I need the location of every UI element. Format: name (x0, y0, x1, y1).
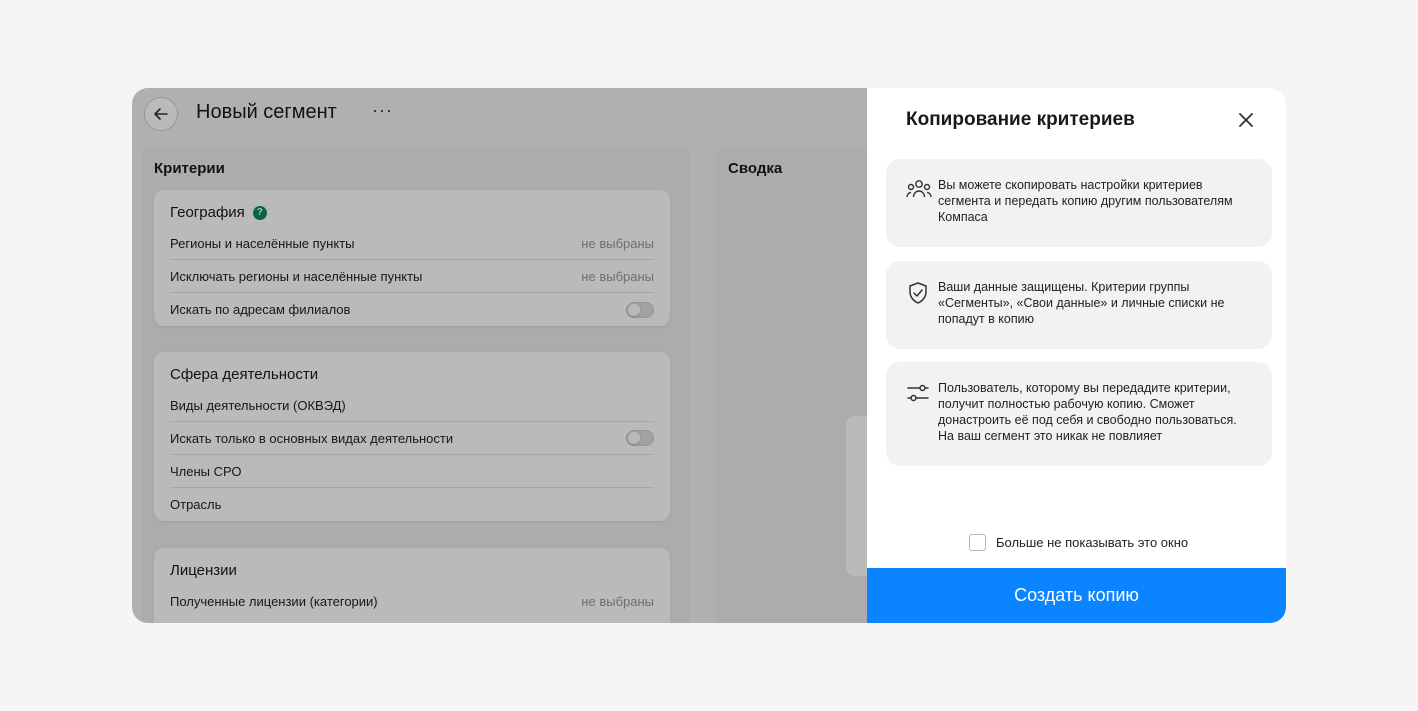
dont-show-checkbox[interactable] (969, 534, 986, 551)
close-icon[interactable] (1236, 110, 1256, 130)
dont-show-label: Больше не показывать это окно (996, 535, 1189, 550)
info-text: Пользователь, которому вы передадите кри… (938, 381, 1237, 443)
dont-show-again[interactable]: Больше не показывать это окно (969, 534, 1188, 551)
dialog-title: Копирование критериев (906, 109, 1135, 130)
info-text: Ваши данные защищены. Критерии группы «С… (938, 280, 1225, 326)
info-card: Пользователь, которому вы передадите кри… (886, 362, 1272, 466)
sliders-icon (906, 382, 932, 466)
copy-criteria-dialog: Копирование критериев Вы можете скопиров… (867, 88, 1286, 623)
app-window: Новый сегмент ··· Критерии География ? Р… (132, 88, 1286, 623)
users-icon (906, 179, 932, 247)
info-card: Вы можете скопировать настройки критерие… (886, 159, 1272, 247)
info-text: Вы можете скопировать настройки критерие… (938, 178, 1233, 224)
shield-check-icon (906, 281, 932, 349)
create-copy-button[interactable]: Создать копию (867, 568, 1286, 623)
info-card: Ваши данные защищены. Критерии группы «С… (886, 261, 1272, 349)
